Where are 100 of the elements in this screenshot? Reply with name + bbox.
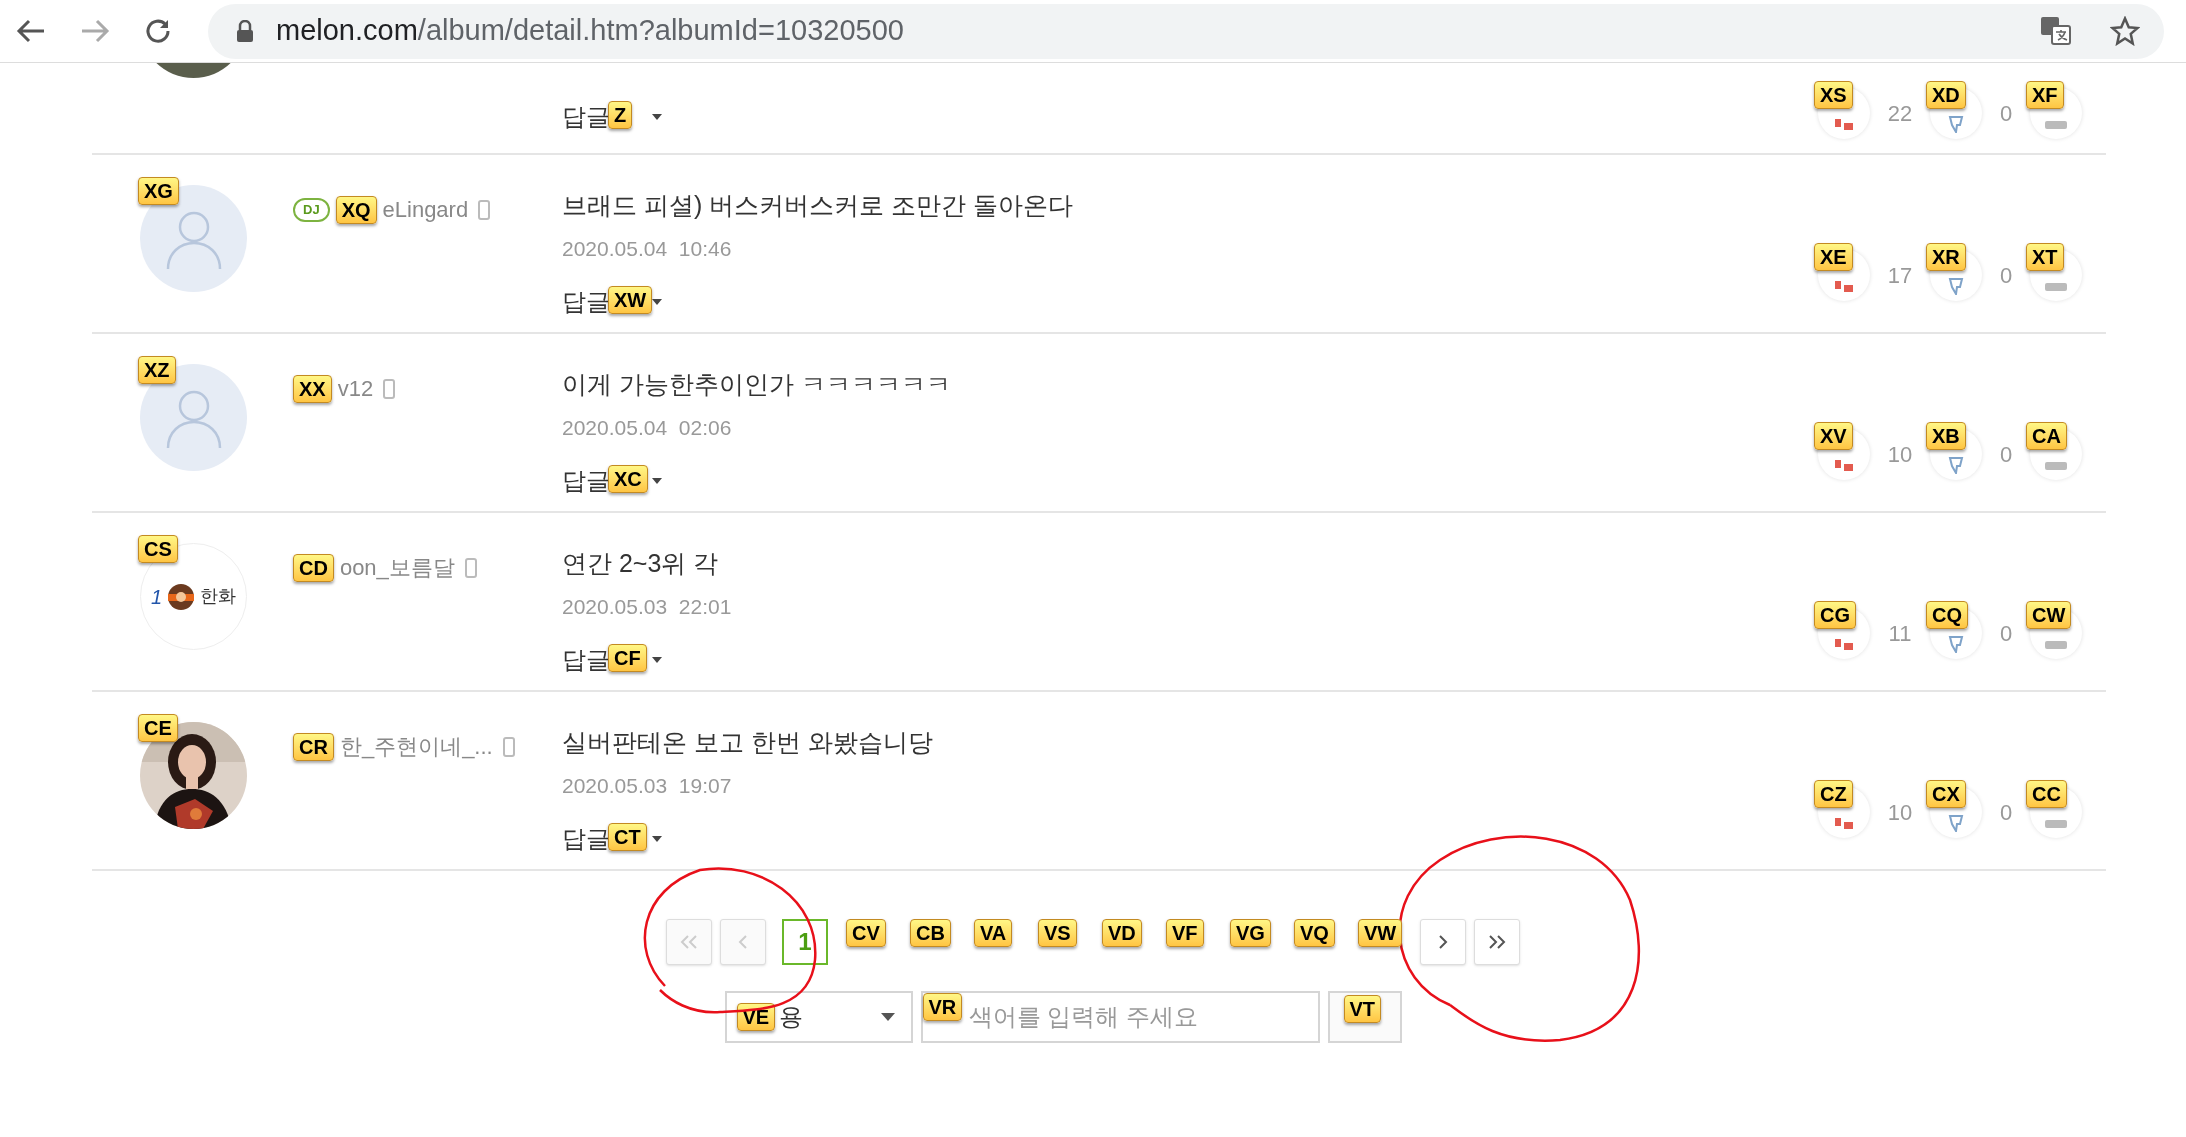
hint-tooltip: CW xyxy=(2026,601,2072,629)
translate-icon[interactable] xyxy=(2040,16,2072,46)
user-name[interactable]: 한_주현이네_... xyxy=(339,730,493,763)
hint-tooltip: CG xyxy=(1814,601,1856,629)
caret-icon xyxy=(652,299,662,305)
hint-tooltip: XW xyxy=(608,286,653,314)
hint-tooltip: CR xyxy=(293,732,334,761)
search-type-select[interactable]: VE 용 xyxy=(724,991,913,1043)
page-link[interactable]: VA xyxy=(974,919,1020,965)
hint-tooltip: XC xyxy=(608,465,648,493)
hint-tooltip: CD xyxy=(293,553,334,582)
double-chevron-right-icon xyxy=(1488,935,1506,949)
hint-tooltip: Z xyxy=(608,101,633,129)
dislike-count: 0 xyxy=(1998,440,2014,469)
hint-tooltip: XQ xyxy=(335,195,377,224)
comment-date: 2020.05.03 19:07 xyxy=(562,772,733,799)
like-count: 10 xyxy=(1886,798,1914,827)
comment-date: 2020.05.03 22:01 xyxy=(562,593,733,620)
page-link[interactable]: VG xyxy=(1230,919,1276,965)
like-count: 11 xyxy=(1887,619,1913,648)
hint-tooltip: XD xyxy=(1926,81,1966,109)
last-page-button[interactable] xyxy=(1474,919,1520,965)
hint-tooltip: XB xyxy=(1926,422,1966,450)
hint-tooltip: CQ xyxy=(1926,601,1968,629)
hint-tooltip: VA xyxy=(974,919,1013,947)
hint-tooltip: CA xyxy=(2026,422,2067,450)
hint-tooltip: XV xyxy=(1814,422,1853,450)
mobile-icon xyxy=(383,378,396,399)
page-link[interactable]: VD xyxy=(1102,919,1148,965)
caret-icon xyxy=(652,114,662,120)
hint-tooltip: VW xyxy=(1358,919,1403,947)
star-icon[interactable] xyxy=(2110,16,2140,46)
hint-tooltip: VE xyxy=(736,1003,776,1031)
hint-tooltip: XG xyxy=(138,177,179,205)
avatar-text: 한화 xyxy=(200,585,237,608)
hint-tooltip: CF xyxy=(608,644,647,672)
hint-tooltip: XX xyxy=(293,374,332,403)
back-icon[interactable] xyxy=(16,18,46,44)
dislike-count: 0 xyxy=(1998,798,2014,827)
hint-tooltip: VD xyxy=(1102,919,1142,947)
mobile-icon xyxy=(464,557,477,578)
hint-tooltip: XE xyxy=(1814,243,1853,271)
hint-tooltip: CT xyxy=(608,823,647,851)
user-name[interactable]: v12 xyxy=(337,372,374,405)
hint-tooltip: CS xyxy=(138,535,178,563)
mobile-icon xyxy=(478,199,491,220)
hint-tooltip: CB xyxy=(910,919,951,947)
page-link[interactable]: VS xyxy=(1038,919,1084,965)
comment-text: 이게 가능한추이인가 ㅋㅋㅋㅋㅋㅋ xyxy=(562,369,952,400)
hint-tooltip: VS xyxy=(1038,919,1077,947)
user-name[interactable]: oon_보름달 xyxy=(339,551,455,584)
address-bar[interactable]: melon.com/album/detail.htm?albumId=10320500 xyxy=(208,3,2164,59)
hint-tooltip: VQ xyxy=(1294,919,1335,947)
page-link[interactable]: VQ xyxy=(1294,919,1340,965)
double-chevron-left-icon xyxy=(680,935,698,949)
hint-tooltip: CX xyxy=(1926,780,1966,808)
hint-tooltip: VT xyxy=(1343,995,1382,1023)
reply-link[interactable]: 답글 xyxy=(562,99,610,135)
hint-tooltip: CZ xyxy=(1814,780,1853,808)
like-count: 17 xyxy=(1886,261,1914,290)
lock-icon xyxy=(236,20,254,42)
reply-link[interactable]: 답글 xyxy=(562,463,610,499)
dislike-count: 0 xyxy=(1998,619,2014,648)
caret-icon xyxy=(652,836,662,842)
dropdown-arrow-icon xyxy=(880,1013,895,1021)
reply-link[interactable]: 답글 xyxy=(562,284,610,320)
comment-date: 2020.05.04 02:06 xyxy=(562,414,733,441)
caret-icon xyxy=(652,657,662,663)
user-name[interactable]: eLingard xyxy=(382,193,469,226)
hint-tooltip: VR xyxy=(922,993,963,1021)
url-text: melon.com/album/detail.htm?albumId=10320500 xyxy=(276,13,904,49)
dislike-count: 0 xyxy=(1998,99,2014,128)
hint-tooltip: CE xyxy=(138,714,178,742)
mobile-icon xyxy=(502,736,515,757)
search-button[interactable]: VT xyxy=(1327,991,1402,1043)
page-link[interactable]: VW xyxy=(1358,919,1404,965)
hint-tooltip: XR xyxy=(1926,243,1966,271)
reply-link[interactable]: 답글 xyxy=(562,642,610,678)
reply-link[interactable]: 답글 xyxy=(562,821,610,857)
hint-tooltip: CV xyxy=(846,919,886,947)
hint-tooltip: XZ xyxy=(138,356,176,384)
hint-tooltip: VF xyxy=(1166,919,1204,947)
comment-text: 브래드 피셜) 버스커버스커로 조만간 돌아온다 xyxy=(562,190,1075,221)
page-link[interactable]: CB xyxy=(910,919,956,965)
dislike-count: 0 xyxy=(1998,261,2014,290)
page-link[interactable]: CV xyxy=(846,919,892,965)
dj-badge: DJ xyxy=(293,197,330,222)
reload-icon[interactable] xyxy=(144,17,172,45)
page-link[interactable]: VF xyxy=(1166,919,1212,965)
hint-tooltip: CC xyxy=(2026,780,2067,808)
chevron-left-icon xyxy=(738,935,748,949)
hint-tooltip: VG xyxy=(1230,919,1271,947)
hint-tooltip: XT xyxy=(2026,243,2064,271)
comment-text: 연간 2~3위 각 xyxy=(562,548,720,579)
like-count: 10 xyxy=(1886,440,1914,469)
like-count: 22 xyxy=(1886,99,1914,128)
comment-text: 실버판테온 보고 한번 와봤습니당 xyxy=(562,727,934,758)
caret-icon xyxy=(652,478,662,484)
comment-date: 2020.05.04 10:46 xyxy=(562,235,733,262)
avatar-text: 1 xyxy=(150,584,163,610)
